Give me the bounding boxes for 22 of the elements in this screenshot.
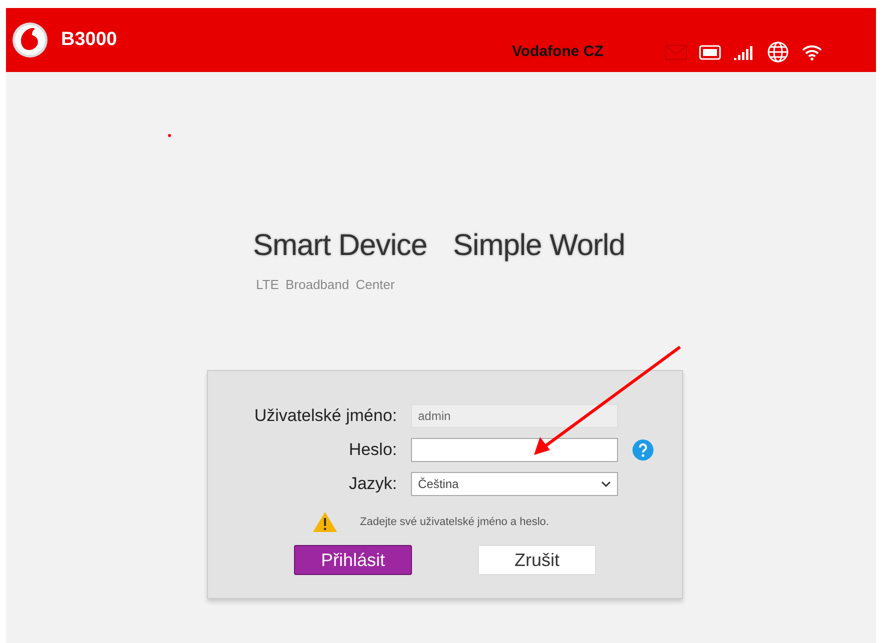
- language-dropdown[interactable]: Čeština: [411, 472, 618, 496]
- field-label: Jazyk:: [348, 474, 397, 494]
- model-name: B3000: [61, 29, 117, 51]
- chevron-down-icon: [601, 481, 611, 487]
- sim-card-icon[interactable]: [699, 44, 722, 60]
- login-button[interactable]: Přihlásit: [294, 545, 412, 575]
- help-icon[interactable]: [632, 439, 654, 461]
- operator-name: Vodafone CZ: [512, 43, 604, 60]
- field-label: Uživatelské jméno:: [253, 406, 397, 426]
- password-field[interactable]: [411, 438, 618, 462]
- slogan-text: Simple World: [453, 229, 625, 263]
- subtitle: LTE Broadband Center: [256, 277, 396, 292]
- field-label: Heslo:: [348, 440, 397, 460]
- globe-icon[interactable]: [767, 41, 790, 63]
- wifi-icon[interactable]: [801, 43, 824, 61]
- instruction-text: Zadejte své uživatelské jméno a heslo.: [360, 516, 549, 528]
- logo-icon: [12, 22, 48, 58]
- cancel-button[interactable]: Zrušit: [478, 545, 596, 575]
- slogan-text: Smart Device: [253, 229, 428, 263]
- signal-icon[interactable]: [733, 44, 756, 60]
- warning-icon: [312, 511, 338, 533]
- dot-mark: [168, 134, 171, 137]
